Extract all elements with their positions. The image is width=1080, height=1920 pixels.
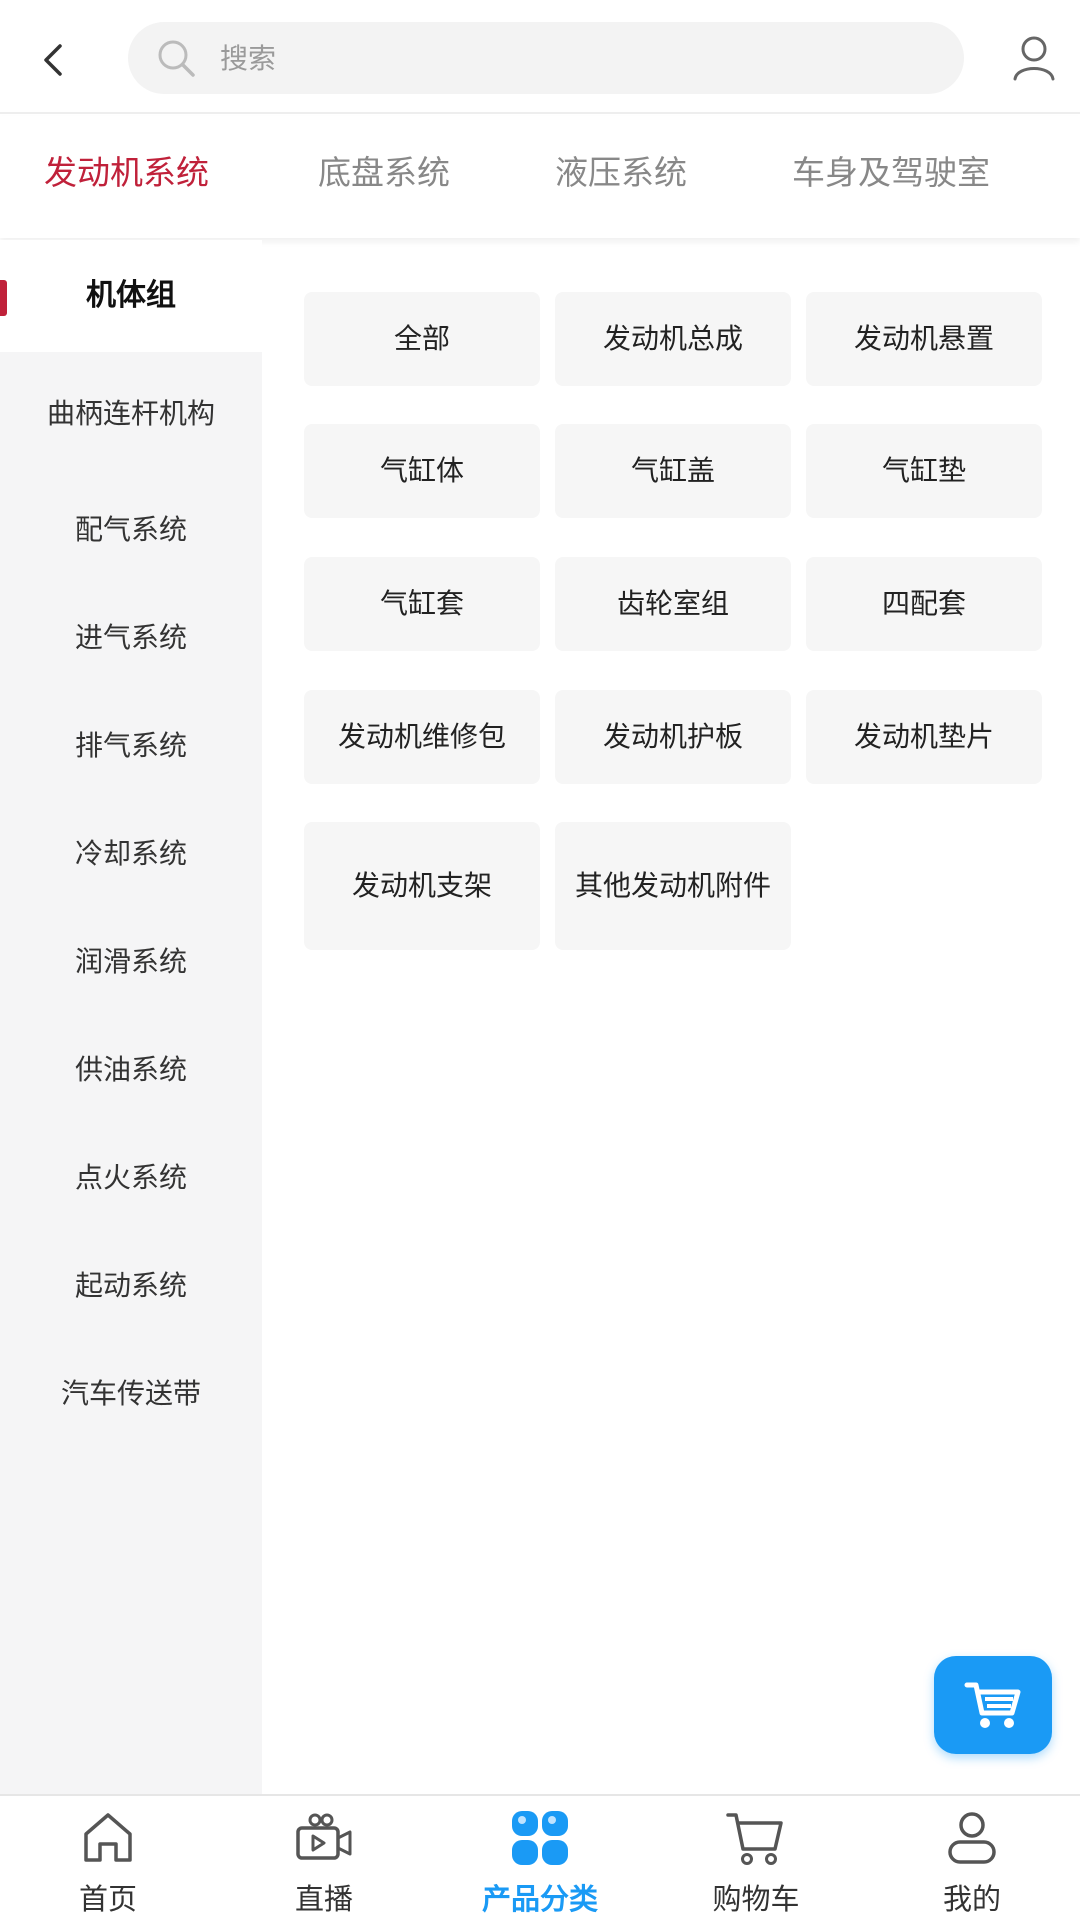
cart-icon <box>724 1808 788 1868</box>
profile-button[interactable] <box>1006 28 1062 88</box>
sidebar-item-ignition-system[interactable]: 点火系统 <box>0 1124 262 1232</box>
grid-item-cylinder-liner[interactable]: 气缸套 <box>304 557 540 651</box>
grid-item-engine-gasket[interactable]: 发动机垫片 <box>806 690 1042 784</box>
floating-cart-button[interactable] <box>934 1656 1052 1754</box>
sidebar-item-valve-train[interactable]: 配气系统 <box>0 476 262 584</box>
search-input[interactable] <box>220 28 820 88</box>
nav-label: 首页 <box>78 1882 137 1916</box>
grid-item-cylinder-block[interactable]: 气缸体 <box>304 424 540 518</box>
nav-label: 产品分类 <box>481 1882 598 1916</box>
sidebar-item-intake-system[interactable]: 进气系统 <box>0 584 262 692</box>
home-icon <box>76 1808 140 1868</box>
sidebar-item-exhaust-system[interactable]: 排气系统 <box>0 692 262 800</box>
tab-hydraulic-system[interactable]: 液压系统 <box>555 146 687 194</box>
grid-item-head-gasket[interactable]: 气缸垫 <box>806 424 1042 518</box>
sidebar-item-crank-mechanism[interactable]: 曲柄连杆机构 <box>0 352 262 476</box>
back-button[interactable] <box>30 28 74 92</box>
category-tabs: 发动机系统 底盘系统 液压系统 车身及驾驶室 <box>0 116 1080 238</box>
search-bar[interactable] <box>128 22 964 94</box>
nav-live[interactable]: 直播 <box>216 1796 432 1920</box>
sidebar-item-cooling-system[interactable]: 冷却系统 <box>0 800 262 908</box>
sidebar-item-engine-block[interactable]: 机体组 <box>0 240 262 352</box>
tab-chassis-system[interactable]: 底盘系统 <box>318 146 450 194</box>
grid-item-engine-guard[interactable]: 发动机护板 <box>555 690 791 784</box>
nav-categories[interactable]: 产品分类 <box>432 1796 648 1920</box>
grid-item-cylinder-head[interactable]: 气缸盖 <box>555 424 791 518</box>
nav-label: 直播 <box>294 1882 353 1916</box>
category-grid-icon <box>508 1808 572 1868</box>
grid-item-engine-assembly[interactable]: 发动机总成 <box>555 292 791 386</box>
tab-engine-system[interactable]: 发动机系统 <box>44 146 209 194</box>
grid-item-engine-mount[interactable]: 发动机悬置 <box>806 292 1042 386</box>
sidebar-item-label: 润滑系统 <box>74 945 187 978</box>
grid-item-four-kit[interactable]: 四配套 <box>806 557 1042 651</box>
category-page: 发动机系统 底盘系统 液压系统 车身及驾驶室 机体组 曲柄连杆机构 配气系统 进… <box>0 0 1080 1920</box>
grid-item-other-accessories[interactable]: 其他发动机附件 <box>555 822 791 950</box>
sidebar-item-label: 起动系统 <box>74 1269 187 1302</box>
active-indicator <box>0 280 7 316</box>
nav-home[interactable]: 首页 <box>0 1796 216 1920</box>
back-arrow-icon <box>44 44 62 76</box>
sidebar-item-label: 进气系统 <box>74 621 187 654</box>
bottom-nav: 首页 直播 产品分类 购物车 我的 <box>0 1794 1080 1920</box>
sidebar-item-label: 汽车传送带 <box>60 1377 201 1410</box>
nav-label: 购物车 <box>712 1882 800 1916</box>
nav-label: 我的 <box>942 1882 1001 1916</box>
sidebar-item-drive-belt[interactable]: 汽车传送带 <box>0 1340 262 1448</box>
user-icon <box>940 1808 1004 1868</box>
sidebar-item-label: 冷却系统 <box>74 837 187 870</box>
cart-icon <box>964 1682 1021 1728</box>
top-bar <box>0 0 1080 114</box>
sidebar-item-label: 供油系统 <box>74 1053 187 1086</box>
sidebar-item-lubrication-system[interactable]: 润滑系统 <box>0 908 262 1016</box>
sidebar-item-fuel-system[interactable]: 供油系统 <box>0 1016 262 1124</box>
sidebar-item-label: 点火系统 <box>74 1161 187 1194</box>
grid-item-gear-housing[interactable]: 齿轮室组 <box>555 557 791 651</box>
grid-item-all[interactable]: 全部 <box>304 292 540 386</box>
grid-item-repair-kit[interactable]: 发动机维修包 <box>304 690 540 784</box>
grid-item-engine-bracket[interactable]: 发动机支架 <box>304 822 540 950</box>
tab-body-cab[interactable]: 车身及驾驶室 <box>792 146 990 194</box>
sidebar-item-label: 排气系统 <box>74 729 187 762</box>
video-camera-icon <box>292 1808 356 1868</box>
sidebar-item-starting-system[interactable]: 起动系统 <box>0 1232 262 1340</box>
user-icon <box>1013 36 1055 81</box>
sidebar-item-label: 曲柄连杆机构 <box>46 397 215 430</box>
nav-profile[interactable]: 我的 <box>864 1796 1080 1920</box>
search-icon <box>152 34 200 82</box>
nav-cart[interactable]: 购物车 <box>648 1796 864 1920</box>
sidebar-item-label: 配气系统 <box>74 513 187 546</box>
sidebar-item-label: 机体组 <box>86 278 176 313</box>
sidebar: 机体组 曲柄连杆机构 配气系统 进气系统 排气系统 冷却系统 润滑系统 供油系统… <box>0 240 262 1796</box>
